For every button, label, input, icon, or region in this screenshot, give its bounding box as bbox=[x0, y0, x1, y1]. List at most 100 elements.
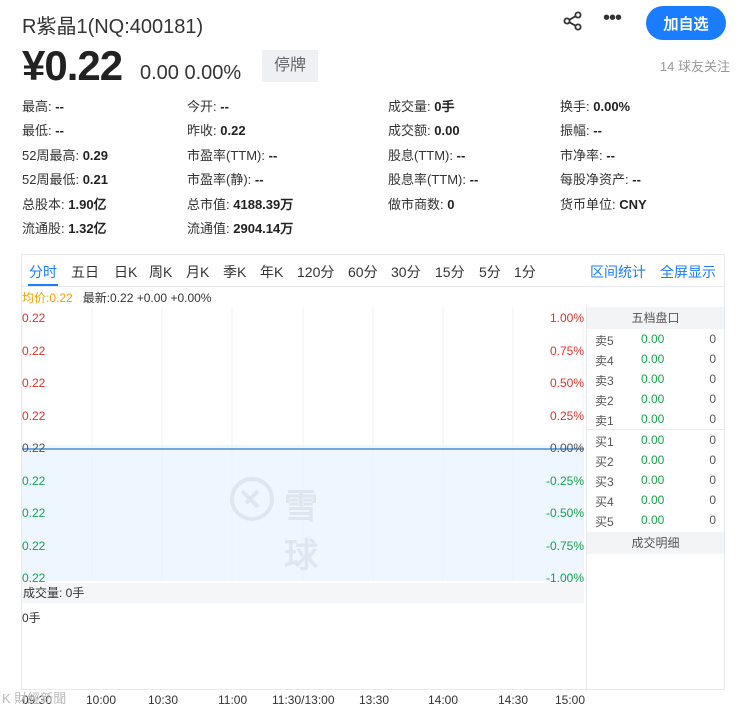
tab-12[interactable]: 1分 bbox=[514, 262, 536, 282]
quote-label: 52周最低: bbox=[22, 172, 80, 188]
order-book-row: 买4 0.00 0 bbox=[587, 490, 724, 510]
quote-item: 做市商数: 0 bbox=[388, 194, 454, 213]
order-book-side: 卖4 bbox=[595, 354, 614, 368]
tab-4[interactable]: 月K bbox=[186, 262, 209, 282]
order-book-vol: 0 bbox=[709, 493, 716, 507]
order-book-buys: 买1 0.00 0 买2 0.00 0 买3 0.00 0 买4 0.00 0 买5 0.00 0 bbox=[587, 430, 724, 530]
order-book-vol: 0 bbox=[709, 332, 716, 346]
quote-label: 流通值: bbox=[187, 221, 230, 236]
quote-value: 0.21 bbox=[82, 172, 109, 188]
legend-latest: 最新:0.22 +0.00 +0.00% bbox=[82, 291, 212, 305]
quote-item: 市盈率(静): -- bbox=[187, 169, 264, 188]
y-tick-left: 0.22 bbox=[22, 473, 46, 488]
quote-label: 市净率: bbox=[560, 147, 603, 163]
watermark-logo: 雪球 bbox=[228, 475, 318, 575]
order-book-vol: 0 bbox=[709, 513, 716, 527]
order-book-row: 卖3 0.00 0 bbox=[587, 369, 724, 389]
quote-item: 振幅: -- bbox=[560, 120, 602, 139]
chart-legend: 均价:0.22 最新:0.22 +0.00 +0.00% bbox=[22, 289, 211, 306]
tab-8[interactable]: 60分 bbox=[348, 262, 378, 282]
quote-label: 股息率(TTM): bbox=[388, 172, 466, 188]
quote-value: -- bbox=[593, 123, 602, 139]
quote-item: 货币单位: CNY bbox=[560, 194, 647, 213]
tab-7[interactable]: 120分 bbox=[297, 262, 334, 282]
y-tick-right: 0.00% bbox=[549, 441, 584, 455]
order-book-row: 卖1 0.00 0 bbox=[587, 409, 724, 429]
x-tick: 10:00 bbox=[86, 693, 117, 707]
y-tick-left: 0.22 bbox=[22, 376, 46, 390]
order-book-row: 买5 0.00 0 bbox=[587, 510, 724, 530]
tab-3[interactable]: 周K bbox=[149, 262, 172, 282]
y-tick-right: 0.50% bbox=[549, 376, 584, 390]
tab-10[interactable]: 15分 bbox=[435, 262, 465, 282]
chart-tabs: 区间统计 全屏显示 分时 五日 日K 周K 月K 季K 年K 120分 60分 30分 15分 5分 1… bbox=[22, 255, 724, 287]
quote-label: 最高: bbox=[22, 99, 52, 114]
quote-item: 每股净资产: -- bbox=[560, 169, 641, 188]
current-price: ¥0.22 bbox=[22, 42, 123, 89]
active-tab-underline bbox=[28, 284, 58, 286]
tab-fullscreen[interactable]: 全屏显示 bbox=[660, 262, 716, 282]
share-icon[interactable] bbox=[562, 10, 584, 32]
quote-value: -- bbox=[632, 172, 641, 188]
quote-item: 总股本: 1.90亿 bbox=[22, 194, 107, 213]
quote-label: 总股本: bbox=[22, 196, 65, 212]
followers-count[interactable]: 14 球友关注 bbox=[660, 56, 730, 75]
tab-5[interactable]: 季K bbox=[223, 262, 246, 282]
volume-label: 成交量: 0手 bbox=[22, 583, 584, 603]
order-book-price: 0.00 bbox=[641, 493, 665, 507]
order-book-row: 买1 0.00 0 bbox=[587, 430, 724, 450]
quote-item: 今开: -- bbox=[187, 96, 229, 115]
x-tick: 14:30 bbox=[498, 693, 529, 707]
tab-9[interactable]: 30分 bbox=[391, 262, 421, 282]
tab-range-stats[interactable]: 区间统计 bbox=[590, 262, 646, 282]
quote-item: 股息率(TTM): -- bbox=[388, 169, 478, 188]
order-book-price: 0.00 bbox=[641, 392, 665, 406]
quote-item: 成交额: 0.00 bbox=[388, 120, 460, 139]
x-tick: 11:30/13:00 bbox=[272, 693, 335, 707]
quote-item: 换手: 0.00% bbox=[560, 96, 630, 115]
quote-label: 市盈率(TTM): bbox=[187, 147, 265, 163]
quote-value: -- bbox=[469, 172, 479, 188]
trade-detail-button[interactable]: 成交明细 bbox=[587, 532, 724, 554]
quote-value: -- bbox=[55, 99, 64, 114]
quote-value: -- bbox=[254, 172, 264, 188]
order-book-vol: 0 bbox=[709, 473, 716, 487]
order-book-side: 买3 bbox=[595, 475, 614, 489]
order-book-side: 卖2 bbox=[595, 394, 614, 408]
x-tick: 15:00 bbox=[555, 693, 586, 707]
add-to-watchlist-button[interactable]: 加自选 bbox=[646, 6, 726, 40]
snowball-icon bbox=[230, 477, 274, 521]
tab-0[interactable]: 分时 bbox=[29, 262, 57, 282]
y-tick-left: 0.22 bbox=[22, 506, 46, 520]
y-tick-right: -0.50% bbox=[545, 506, 584, 520]
chart-panel: 区间统计 全屏显示 分时 五日 日K 周K 月K 季K 年K 120分 60分 30分 15分 5分 1… bbox=[21, 254, 725, 707]
y-tick-right: 0.25% bbox=[549, 408, 584, 423]
tab-2[interactable]: 日K bbox=[114, 262, 137, 282]
y-tick-left: 0.22 bbox=[22, 538, 46, 553]
quote-value: 0 bbox=[447, 196, 455, 212]
quote-label: 货币单位: bbox=[560, 196, 616, 212]
tab-6[interactable]: 年K bbox=[260, 262, 283, 282]
order-book-price: 0.00 bbox=[641, 453, 665, 467]
quote-value: 0.00 bbox=[434, 123, 460, 139]
more-icon[interactable]: ••• bbox=[600, 8, 624, 32]
intraday-plot[interactable]: 雪球 0.22 1.00% 0.22 0.75% 0.22 0.50% 0.22 0.25% 0… bbox=[22, 307, 584, 585]
quote-value: 0手 bbox=[434, 99, 455, 114]
quote-label: 52周最高: bbox=[22, 147, 80, 163]
order-book-price: 0.00 bbox=[641, 433, 665, 447]
quote-value: 4188.39万 bbox=[233, 196, 294, 212]
y-tick-left: 0.22 bbox=[22, 441, 46, 455]
order-book-price: 0.00 bbox=[641, 372, 665, 386]
quote-item: 成交量: 0手 bbox=[388, 96, 454, 115]
tab-11[interactable]: 5分 bbox=[479, 262, 501, 282]
order-book-side: 卖1 bbox=[595, 414, 614, 428]
watermark-text: 雪球 bbox=[284, 488, 320, 575]
quote-label: 最低: bbox=[22, 123, 52, 139]
quote-value: 0.29 bbox=[82, 147, 109, 163]
quote-label: 成交额: bbox=[388, 123, 431, 139]
tab-1[interactable]: 五日 bbox=[71, 262, 99, 282]
quote-value: -- bbox=[606, 147, 615, 163]
y-tick-right: -0.25% bbox=[545, 473, 584, 488]
order-book-row: 卖5 0.00 0 bbox=[587, 329, 724, 349]
x-tick: 11:00 bbox=[218, 693, 248, 707]
